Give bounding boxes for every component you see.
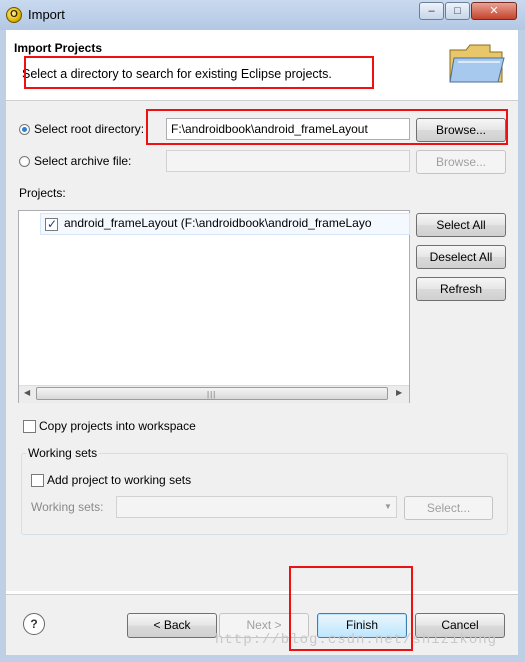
projects-label: Projects: [19,186,66,200]
watermark-text: http://blog.csdn.net/shizikong [215,632,498,648]
refresh-button[interactable]: Refresh [416,277,506,301]
archive-file-input[interactable] [166,150,410,172]
select-all-button[interactable]: Select All [416,213,506,237]
highlight-box-root-directory [146,109,508,145]
working-sets-select[interactable] [116,496,397,518]
check-icon: ✓ [47,217,58,231]
scrollbar-grip-icon: ||| [207,390,217,399]
archive-file-radio[interactable] [19,156,30,167]
list-item: android_frameLayout (F:\androidbook\andr… [64,216,372,230]
working-sets-group [21,453,508,535]
help-icon[interactable]: ? [23,613,45,635]
close-icon[interactable]: ✕ [471,2,517,20]
eclipse-app-icon: O [6,7,22,23]
browse-archive-button[interactable]: Browse... [416,150,506,174]
chevron-down-icon[interactable]: ▼ [384,502,392,511]
window-title: Import [28,7,65,22]
maximize-icon[interactable]: □ [445,2,470,20]
window-frame-right [518,30,525,662]
scroll-right-icon[interactable]: ▶ [396,388,402,397]
window-frame-bottom [0,655,525,662]
root-directory-label: Select root directory: [34,122,145,136]
root-directory-radio[interactable] [19,124,30,135]
scroll-left-icon[interactable]: ◀ [24,388,30,397]
copy-projects-label: Copy projects into workspace [39,419,196,433]
select-working-sets-button[interactable]: Select... [404,496,493,520]
project-checkbox[interactable]: ✓ [45,217,58,231]
add-to-working-sets-label: Add project to working sets [47,473,192,487]
minimize-icon[interactable]: – [419,2,444,20]
page-title: Import Projects [14,41,103,55]
working-sets-group-label: Working sets [26,446,100,460]
archive-file-label: Select archive file: [34,154,132,168]
add-to-working-sets-checkbox[interactable] [31,474,44,487]
copy-projects-checkbox[interactable] [23,420,36,433]
deselect-all-button[interactable]: Deselect All [416,245,506,269]
highlight-box-description [24,56,374,89]
working-sets-label: Working sets: [31,500,104,514]
back-button[interactable]: < Back [127,613,217,638]
folder-icon [449,44,505,83]
projects-list[interactable] [18,210,410,403]
